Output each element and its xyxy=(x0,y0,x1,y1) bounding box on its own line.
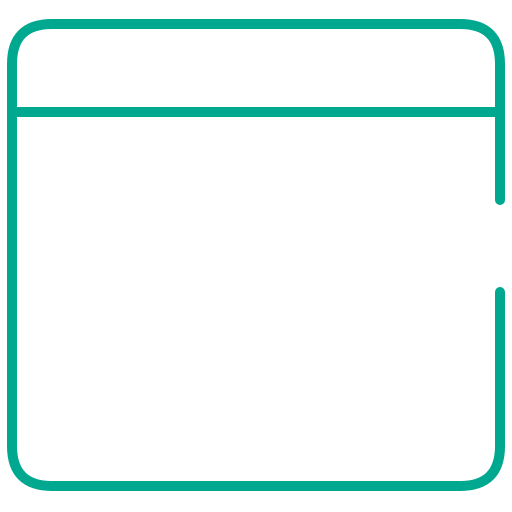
icon-canvas xyxy=(0,0,512,512)
window-frame-outline xyxy=(7,19,505,491)
browser-window-icon xyxy=(7,19,505,491)
